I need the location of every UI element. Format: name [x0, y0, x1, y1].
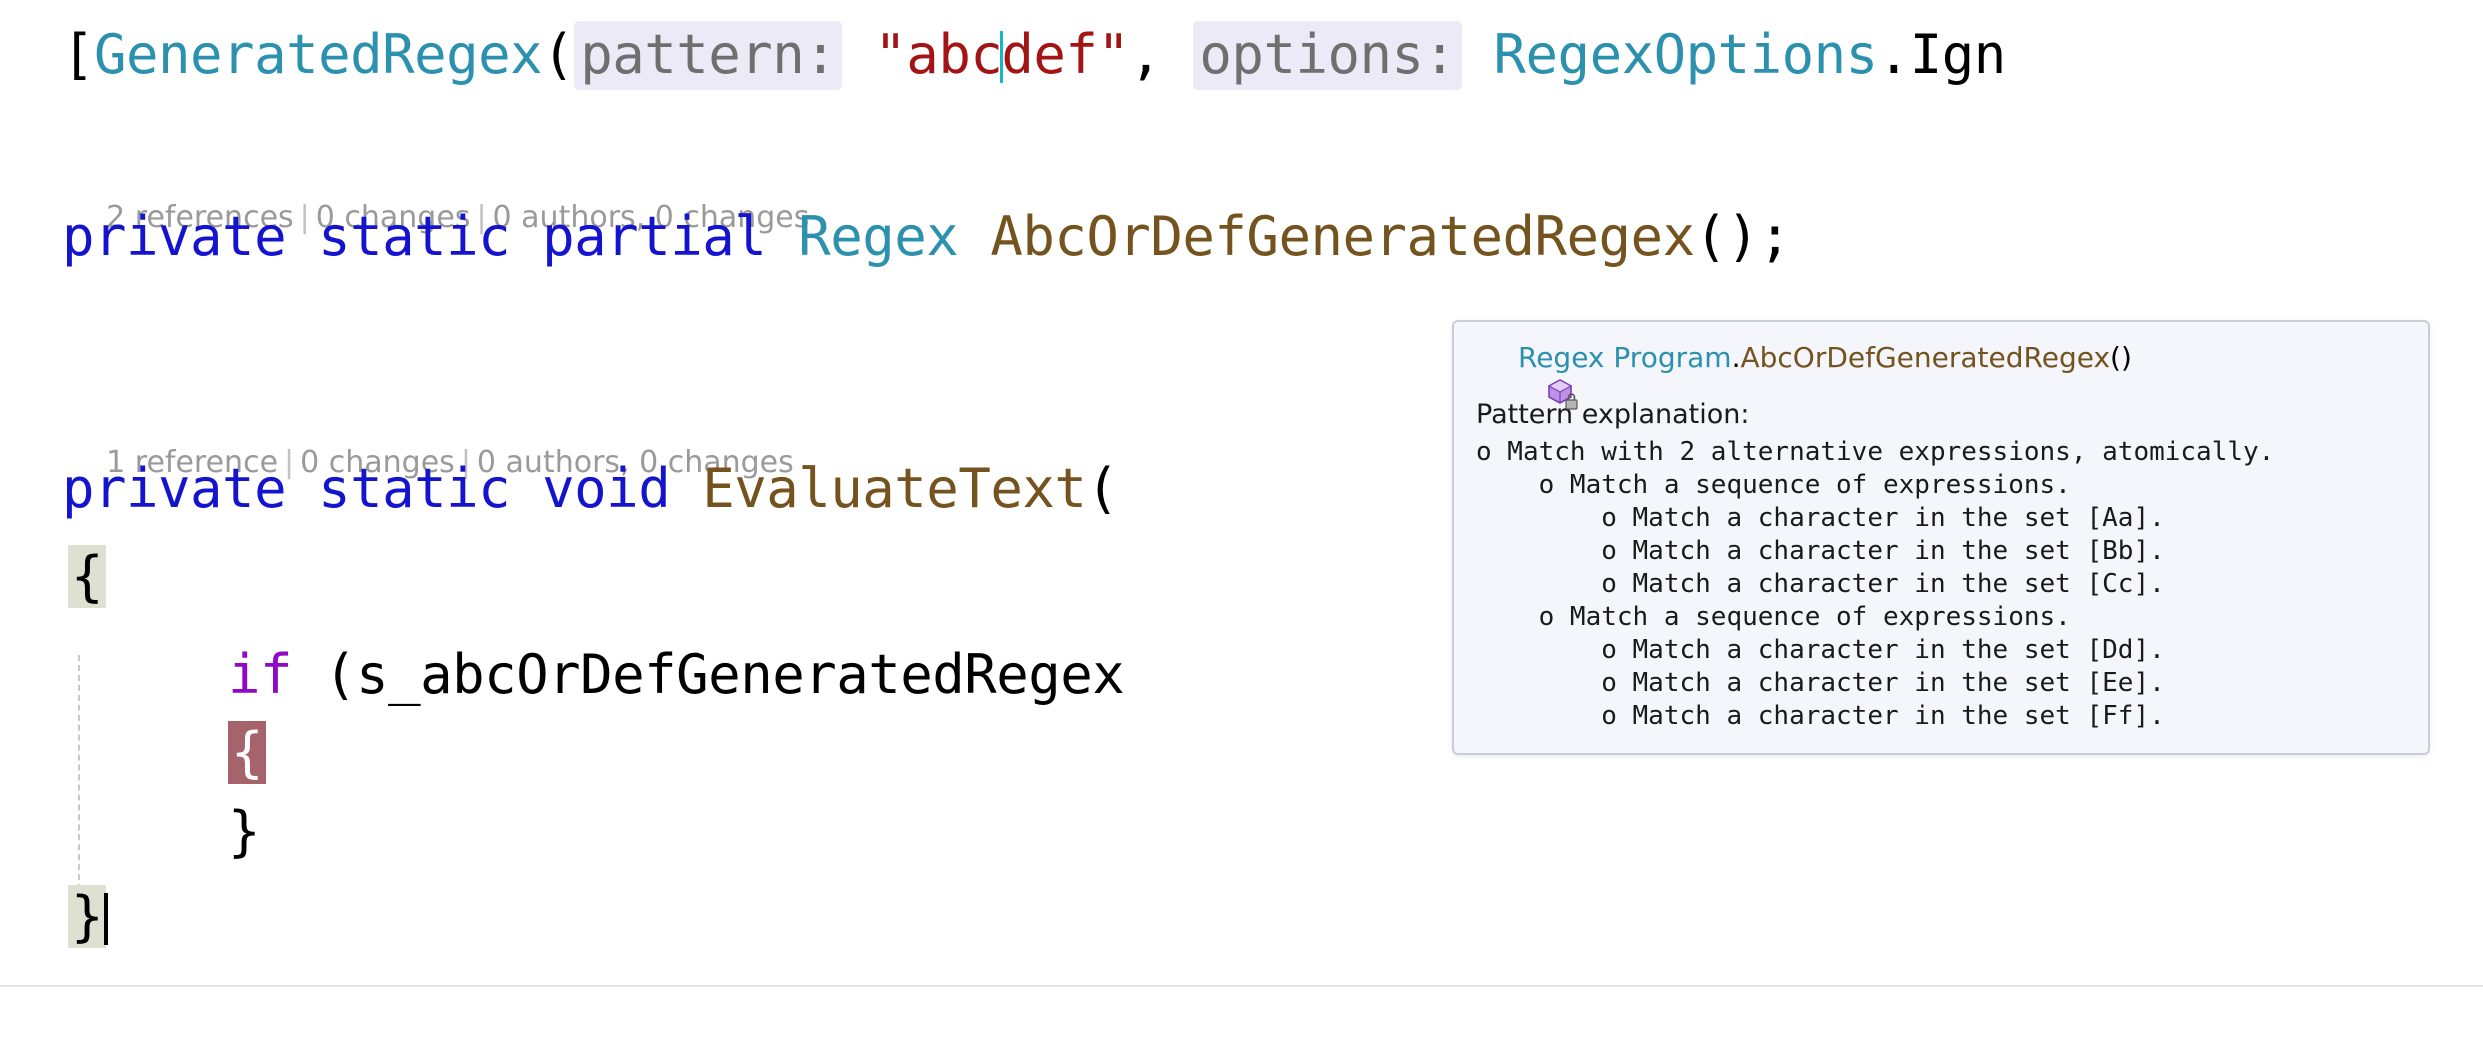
text-caret [104, 893, 108, 945]
pattern-explanation-line: o Match a character in the set [Cc]. [1476, 568, 2406, 601]
keyword-token: private static void [62, 457, 670, 520]
string-literal-token: "abc [874, 23, 1002, 86]
plain-token [958, 205, 990, 268]
type-token: RegexOptions [1494, 23, 1878, 86]
editor-bottom-strip [0, 987, 2483, 1063]
selected-brace: { [228, 721, 266, 784]
punctuation-token: } [228, 800, 260, 863]
plain-token [842, 23, 874, 86]
tooltip-container-name: Program [1605, 340, 1732, 376]
code-line-method-close-brace[interactable]: } [0, 880, 2483, 954]
punctuation-token: ( [1086, 457, 1118, 520]
matched-brace: } [68, 885, 106, 948]
code-editor-surface[interactable]: [GeneratedRegex(pattern: "abcdef", optio… [0, 0, 2483, 1063]
string-literal-token: def" [1001, 23, 1129, 86]
keyword-token: private static partial [62, 205, 766, 268]
field-token: s_abcOrDefGeneratedRegex [356, 643, 1124, 706]
type-token: GeneratedRegex [94, 23, 542, 86]
pattern-explanation-line: o Match a sequence of expressions. [1476, 601, 2406, 634]
pattern-explanation-line: o Match a character in the set [Ff]. [1476, 700, 2406, 733]
pattern-explanation-line: o Match with 2 alternative expressions, … [1476, 436, 2406, 469]
punctuation-token: ( [292, 643, 356, 706]
control-keyword-token: if [228, 643, 292, 706]
plain-token: Ign [1910, 23, 2006, 86]
codelens-regex[interactable]: 2 references|0 changes|0 authors, 0 chan… [0, 155, 2483, 197]
method-name-token: AbcOrDefGeneratedRegex [990, 205, 1694, 268]
punctuation-token: . [1878, 23, 1910, 86]
plain-token [1462, 23, 1494, 86]
tooltip-pattern-explanation: o Match with 2 alternative expressions, … [1476, 436, 2406, 733]
pattern-explanation-line: o Match a sequence of expressions. [1476, 469, 2406, 502]
punctuation-token: (); [1695, 205, 1791, 268]
pattern-explanation-line: o Match a character in the set [Dd]. [1476, 634, 2406, 667]
pattern-explanation-line: o Match a character in the set [Aa]. [1476, 502, 2406, 535]
pattern-explanation-line: o Match a character in the set [Ee]. [1476, 667, 2406, 700]
tooltip-pattern-label: Pattern explanation: [1476, 398, 2406, 432]
tooltip-type-name: Regex [1518, 340, 1605, 376]
code-line-attribute[interactable]: [GeneratedRegex(pattern: "abcdef", optio… [0, 18, 2483, 92]
code-line-regex-declaration[interactable]: private static partial Regex AbcOrDefGen… [0, 200, 2483, 274]
parameter-name-hint: pattern: [574, 21, 842, 90]
matched-brace: { [68, 545, 106, 608]
punctuation-token: ( [542, 23, 574, 86]
pattern-explanation-line: o Match a character in the set [Bb]. [1476, 535, 2406, 568]
tooltip-method-name: AbcOrDefGeneratedRegex [1740, 340, 2110, 376]
quick-info-tooltip: Regex Program.AbcOrDefGeneratedRegex() P… [1452, 320, 2430, 755]
code-line-if-close-brace[interactable]: } [0, 795, 2483, 869]
punctuation-token: [ [62, 23, 94, 86]
method-cube-icon [1476, 342, 1510, 376]
tooltip-dot: . [1732, 340, 1741, 376]
tooltip-signature-header: Regex Program.AbcOrDefGeneratedRegex() [1476, 340, 2406, 376]
parameter-name-hint: options: [1193, 21, 1461, 90]
method-name-token: EvaluateText [702, 457, 1086, 520]
type-token: Regex [798, 205, 958, 268]
punctuation-token: , [1129, 23, 1193, 86]
plain-token [670, 457, 702, 520]
tooltip-parens: () [2110, 340, 2132, 376]
plain-token [766, 205, 798, 268]
